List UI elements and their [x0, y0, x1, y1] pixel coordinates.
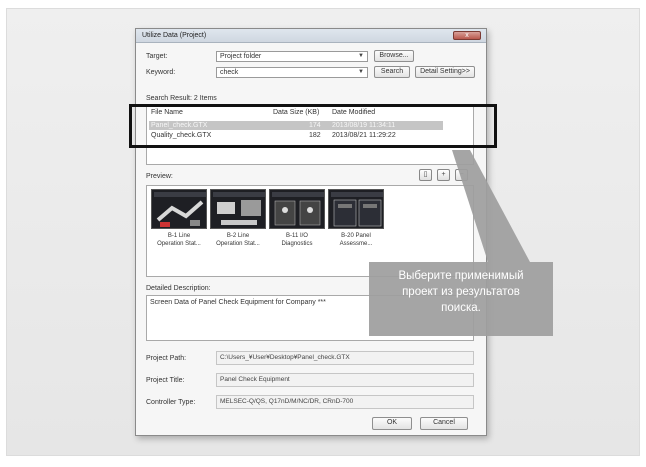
callout-line: проект из результатов — [402, 286, 520, 298]
instruction-callout: Выберите применимый проект из результато… — [369, 262, 553, 336]
callout-line: Выберите применимый — [398, 270, 524, 282]
callout-pointer — [452, 150, 530, 262]
callout-line: поиска. — [441, 302, 481, 314]
